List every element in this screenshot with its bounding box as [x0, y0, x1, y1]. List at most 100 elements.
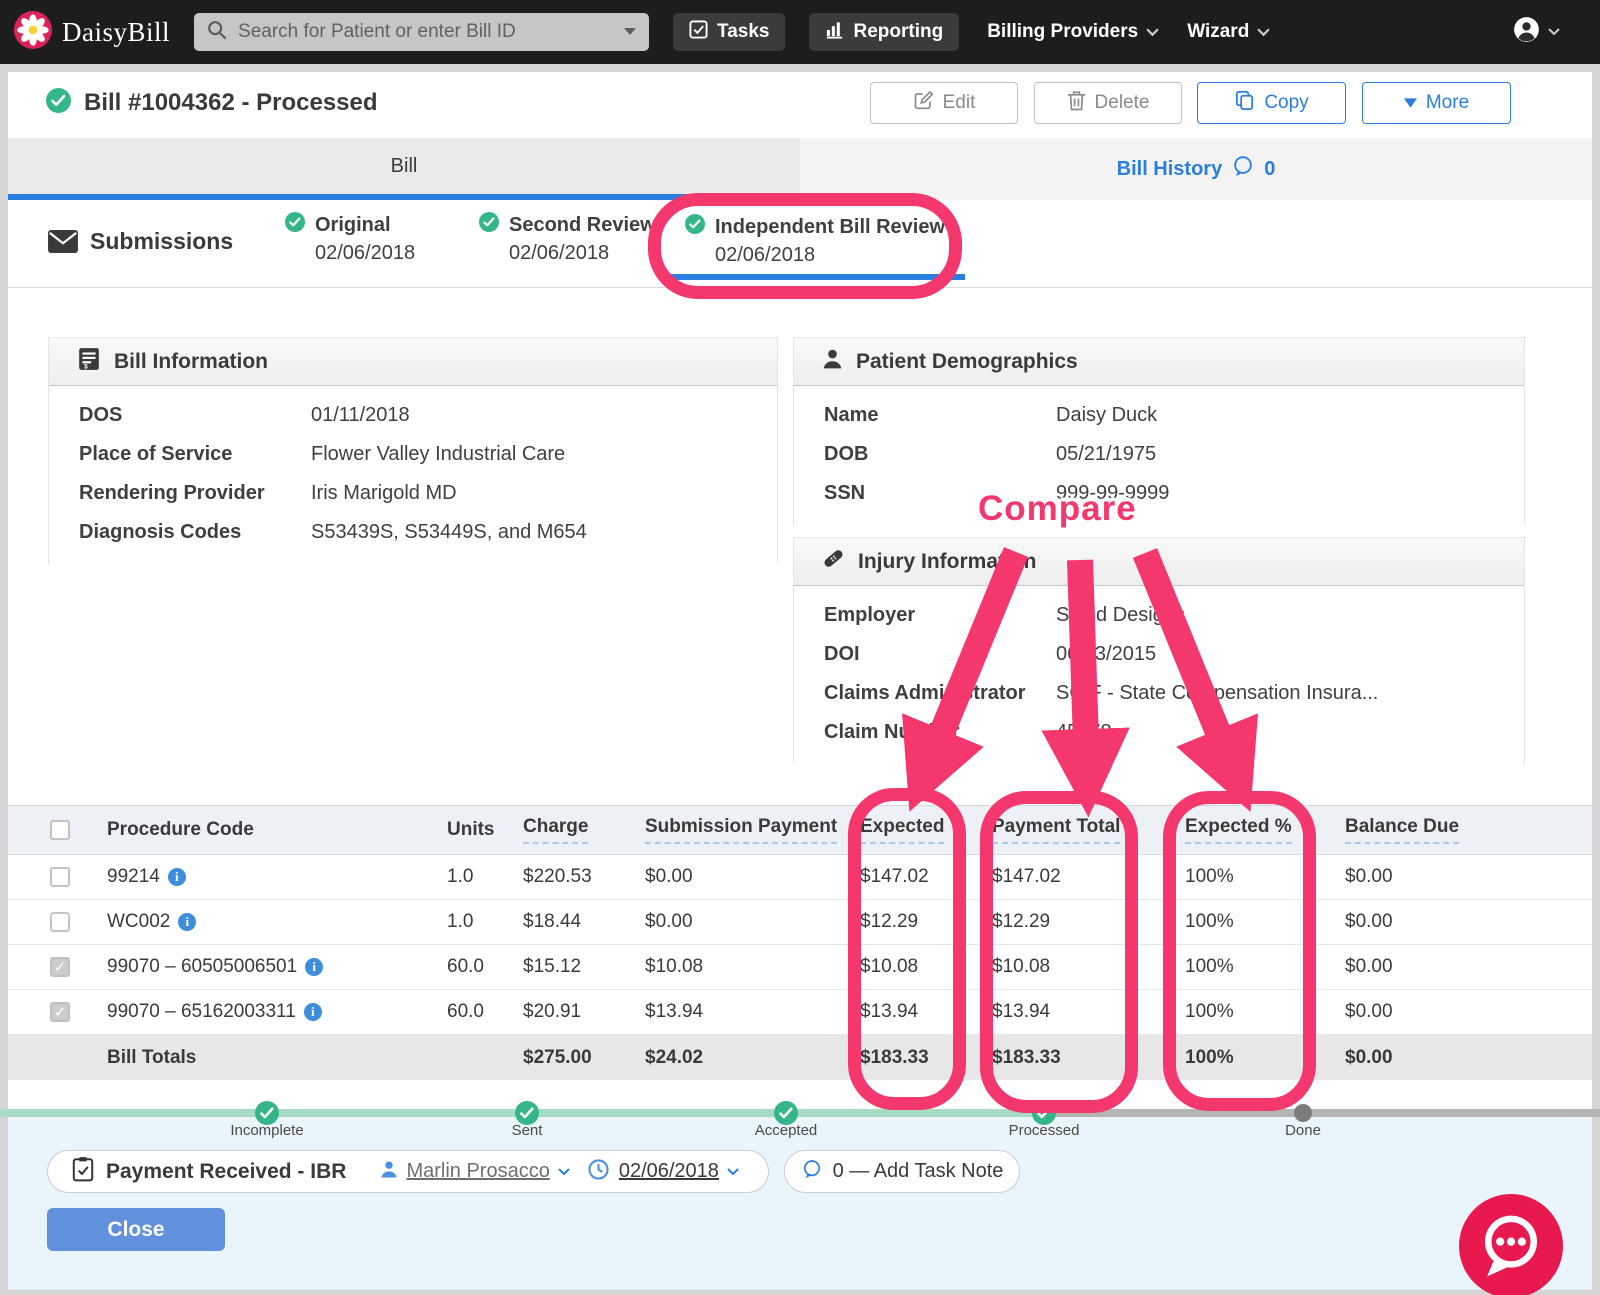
task-pill[interactable]: Payment Received - IBR Marlin Prosacco 0…	[47, 1150, 769, 1193]
search-input[interactable]	[238, 21, 614, 43]
user-avatar-icon	[1513, 16, 1540, 48]
panel-header: Injury Information	[794, 538, 1524, 586]
info-value: S53439S, S53449S, and M654	[311, 521, 587, 543]
tasks-button[interactable]: Tasks	[673, 13, 786, 51]
bill-totals-label: Bill Totals	[107, 1046, 197, 1068]
panel-body: Employer Sapid Designs DOI 06/23/2015 Claims…	[794, 586, 1524, 764]
cell-charge: $18.44	[523, 911, 582, 932]
panel-body: Name Daisy Duck DOB 05/21/1975 SSN 999-99-999…	[794, 386, 1524, 525]
envelope-icon	[48, 230, 78, 258]
column-header[interactable]: Payment Total	[992, 816, 1121, 844]
cell-units: 60.0	[447, 956, 484, 977]
chevron-down-icon	[558, 1163, 570, 1181]
page-title: Bill #1004362 - Processed	[84, 89, 378, 116]
chat-fab[interactable]	[1459, 1194, 1563, 1295]
column-header[interactable]: Expected %	[1185, 816, 1292, 844]
billing-providers-menu[interactable]: Billing Providers	[987, 21, 1159, 43]
totals-charge: $275.00	[523, 1046, 592, 1068]
cell-payment_total: $147.02	[992, 866, 1061, 887]
row-checkbox[interactable]	[50, 912, 70, 932]
panel-title: Patient Demographics	[856, 349, 1078, 373]
cell-units: 60.0	[447, 1001, 484, 1022]
row-checkbox[interactable]: ✓	[50, 957, 70, 977]
info-row: DOB 05/21/1975	[794, 435, 1524, 474]
cell-payment_total: $12.29	[992, 911, 1051, 932]
column-header[interactable]: Expected	[860, 816, 945, 844]
assignee-dropdown[interactable]: Marlin Prosacco	[406, 1160, 549, 1183]
column-header[interactable]: Balance Due	[1345, 816, 1460, 844]
edit-button[interactable]: Edit	[870, 82, 1018, 124]
procedure-table: Procedure Code Units Charge Submission Paym…	[8, 805, 1592, 1080]
search-dropdown-icon[interactable]	[623, 23, 637, 41]
totals-balance_due: $0.00	[1345, 1046, 1393, 1068]
copy-icon	[1234, 90, 1255, 117]
tab-bill[interactable]: Bill	[8, 138, 800, 200]
svg-text:$: $	[84, 363, 88, 370]
reporting-button[interactable]: Reporting	[809, 13, 960, 51]
close-button[interactable]: Close	[47, 1208, 225, 1251]
row-checkbox[interactable]: ✓	[50, 1002, 70, 1022]
more-button[interactable]: More	[1362, 82, 1511, 124]
submission-tab-second-review[interactable]: Second Review 02/06/2018	[479, 212, 656, 265]
info-icon[interactable]: i	[303, 1003, 322, 1021]
cell-expected_pct: 100%	[1185, 911, 1234, 932]
user-menu[interactable]	[1513, 16, 1560, 48]
cell-code: 99070 – 65162003311 i	[107, 1001, 322, 1023]
task-title: Payment Received - IBR	[106, 1159, 347, 1183]
task-date-dropdown[interactable]: 02/06/2018	[619, 1160, 719, 1183]
row-checkbox[interactable]	[50, 867, 70, 887]
info-label: DOB	[824, 443, 869, 465]
column-header[interactable]: Submission Payment	[645, 816, 838, 844]
submission-check-icon	[285, 212, 305, 238]
totals-expected: $183.33	[860, 1046, 929, 1068]
info-value: 999-99-9999	[1056, 482, 1170, 504]
table-row: ✓ 99070 – 60505006501 i 60.0 $15.12 $10.08 $10…	[8, 945, 1592, 990]
info-row: Place of Service Flower Valley Industrial…	[49, 435, 777, 474]
info-label: DOI	[824, 643, 860, 665]
wizard-menu[interactable]: Wizard	[1187, 21, 1270, 43]
chevron-down-icon	[1146, 21, 1159, 43]
speech-bubble-icon	[1231, 155, 1255, 183]
submission-title: Second Review	[509, 213, 656, 236]
chevron-down-icon	[1548, 23, 1560, 41]
cell-payment_total: $10.08	[992, 956, 1051, 977]
column-header: Procedure Code	[107, 819, 254, 840]
trash-icon	[1067, 90, 1086, 117]
submission-date: 02/06/2018	[509, 242, 610, 264]
delete-button[interactable]: Delete	[1034, 82, 1182, 124]
info-icon[interactable]: i	[178, 913, 197, 931]
column-header[interactable]: Charge	[523, 816, 589, 844]
info-value: Daisy Duck	[1056, 404, 1158, 426]
submission-tab-original[interactable]: Original 02/06/2018	[285, 212, 415, 265]
info-value: 45678	[1056, 721, 1112, 743]
info-value: 01/11/2018	[311, 404, 410, 426]
info-icon[interactable]: i	[167, 868, 186, 886]
cell-units: 1.0	[447, 911, 474, 932]
tab-bill-history[interactable]: Bill History 0	[800, 138, 1592, 200]
submission-tab-independent-bill-review[interactable]: Independent Bill Review 02/06/2018	[667, 204, 966, 280]
add-task-note-button[interactable]: 0 — Add Task Note	[784, 1150, 1020, 1193]
totals-submission_payment: $24.02	[645, 1046, 704, 1068]
cell-charge: $220.53	[523, 866, 592, 887]
panel-title: Bill Information	[114, 349, 268, 373]
search-icon	[206, 19, 228, 46]
table-header-row: Procedure Code Units Charge Submission Paym…	[8, 805, 1592, 855]
info-value: 06/23/2015	[1056, 643, 1157, 665]
daisy-logo-icon	[14, 10, 52, 54]
info-row: DOS 01/11/2018	[49, 396, 777, 435]
info-row: Rendering Provider Iris Marigold MD	[49, 474, 777, 513]
cell-expected_pct: 100%	[1185, 1001, 1234, 1022]
progress-pending-dot	[1294, 1104, 1312, 1122]
brand-logo[interactable]: DaisyBill	[14, 10, 170, 54]
select-all-checkbox[interactable]	[50, 820, 70, 840]
patient-search[interactable]	[194, 13, 650, 51]
copy-button[interactable]: Copy	[1197, 82, 1346, 124]
info-label: Name	[824, 404, 879, 426]
edit-pencil-icon	[913, 90, 934, 117]
info-icon[interactable]: i	[305, 958, 324, 976]
table-body: 99214 i 1.0 $220.53 $0.00 $147.02 $147.02 100% $…	[8, 855, 1592, 1080]
cell-expected: $13.94	[860, 1001, 919, 1022]
progress-label: Done	[1285, 1122, 1321, 1139]
cell-expected_pct: 100%	[1185, 866, 1234, 887]
cell-submission_payment: $0.00	[645, 911, 693, 932]
